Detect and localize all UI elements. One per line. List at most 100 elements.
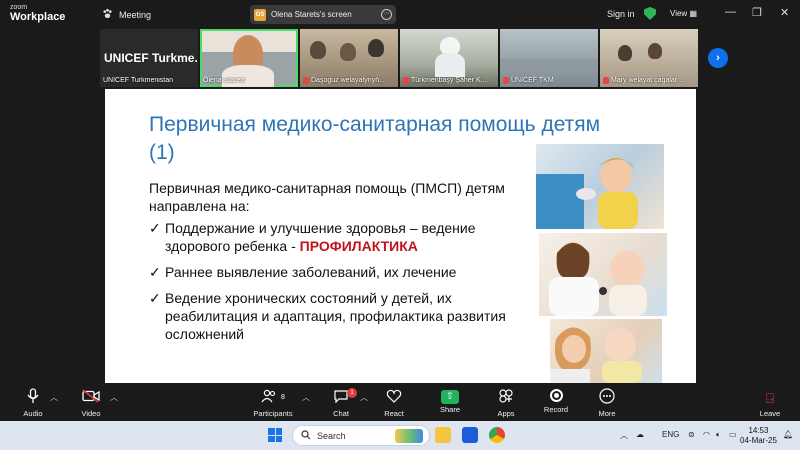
record-icon <box>549 389 563 402</box>
audio-label: Audio <box>23 409 43 418</box>
react-button[interactable]: React <box>369 385 419 418</box>
participant-tile-active-speaker[interactable]: Olena Starets <box>200 29 298 87</box>
mic-muted-icon <box>603 77 609 84</box>
notification-bell-icon[interactable]: 🔔︎ <box>783 430 793 439</box>
windows-start-icon[interactable] <box>268 428 282 442</box>
search-placeholder: Search <box>317 430 346 441</box>
file-explorer-icon[interactable] <box>435 427 451 443</box>
chrome-icon[interactable] <box>489 427 505 443</box>
view-label: View <box>670 9 688 18</box>
share-button[interactable]: ⇧ Share <box>425 385 475 414</box>
participant-tile[interactable]: Daşoguz welaýatynyň... <box>300 29 398 87</box>
more-label: More <box>598 409 616 418</box>
meeting-controls: Audio ︿ Video ︿ 8 Participants ︿ 1 Chat … <box>0 385 800 421</box>
leave-button[interactable]: ⍈ Leave <box>745 385 795 418</box>
shared-screen-slide: Первичная медико-санитарная помощь детям… <box>105 89 696 383</box>
meeting-info-button[interactable]: Meeting <box>102 8 151 21</box>
participant-tile[interactable]: Mary welaýat çagalar ... <box>600 29 698 87</box>
grid-icon: ▦ <box>689 9 697 18</box>
react-label: React <box>384 409 404 418</box>
video-button[interactable]: Video <box>66 385 116 418</box>
participant-name: UNICEF Turkmenistan <box>103 77 174 84</box>
participant-name: Türkmenbaşy Şäher K... <box>403 77 486 84</box>
search-highlight-image <box>395 429 423 443</box>
restore-icon[interactable]: ❐ <box>752 6 762 19</box>
sign-in-link[interactable]: Sign in <box>607 9 635 19</box>
video-off-icon <box>66 388 116 408</box>
apps-button[interactable]: Apps <box>481 385 531 418</box>
next-participants-button[interactable]: › <box>708 48 728 68</box>
chat-button[interactable]: 1 Chat <box>316 385 366 418</box>
taskbar-search-input[interactable]: Search <box>292 425 430 446</box>
slide-intro: Первичная медико-санитарная помощь (ПМСП… <box>149 180 505 214</box>
presenter-badge: OS <box>254 8 266 21</box>
participant-video <box>368 39 384 57</box>
leave-label: Leave <box>759 409 781 418</box>
bullet-text: Ведение хронических состояний у детей, и… <box>165 290 506 342</box>
zoom-app-icon[interactable] <box>462 427 478 443</box>
view-button[interactable]: View ▦ <box>670 9 697 18</box>
slide-photo-child-vaccination <box>536 144 664 229</box>
more-options-icon[interactable]: ··· <box>381 9 392 20</box>
participant-video <box>648 43 662 59</box>
slide-bullet: ✓ Ведение хронических состояний у детей,… <box>149 289 539 343</box>
logo-line2: Workplace <box>10 11 66 23</box>
minimize-icon[interactable]: — <box>725 6 736 18</box>
clock-date: 04-Mar-25 <box>740 436 777 445</box>
participant-video <box>340 43 356 61</box>
chat-unread-badge: 1 <box>347 388 357 398</box>
record-button[interactable]: Record <box>531 385 581 414</box>
record-label: Record <box>543 405 569 414</box>
participant-tile[interactable]: UNICEF TKM <box>500 29 598 87</box>
check-icon: ✓ <box>149 290 161 306</box>
more-button[interactable]: More <box>582 385 632 418</box>
chat-options-caret-icon[interactable]: ︿ <box>360 392 368 403</box>
close-icon[interactable]: ✕ <box>780 6 789 19</box>
network-icon[interactable]: ⊜ <box>688 430 695 439</box>
participant-strip: UNICEF Turkme... UNICEF Turkmenistan Ole… <box>100 29 704 87</box>
video-options-caret-icon[interactable]: ︿ <box>110 392 118 403</box>
video-label: Video <box>81 409 101 418</box>
wifi-icon[interactable]: ◠ <box>703 430 710 439</box>
participant-video <box>310 41 326 59</box>
participant-video <box>435 53 465 77</box>
taskbar-clock[interactable]: 14:53 04-Mar-25 <box>740 426 777 446</box>
participants-count: 8 <box>280 394 285 401</box>
heart-icon <box>369 388 419 408</box>
screen-share-indicator[interactable]: OS Olena Starets's screen ··· <box>250 5 396 24</box>
app-logo: zoom Workplace <box>10 4 65 23</box>
check-icon: ✓ <box>149 220 161 236</box>
tray-overflow-caret-icon[interactable]: ︿ <box>620 430 628 441</box>
windows-taskbar: Search ︿ ☁ ENG ⊜ ◠ 🔈︎ ▭ 14:53 04-Mar-25 … <box>0 421 800 450</box>
participant-tile[interactable]: UNICEF Turkme... UNICEF Turkmenistan <box>100 29 198 87</box>
share-label: Share <box>439 405 460 414</box>
chat-icon <box>316 388 366 408</box>
top-bar: zoom Workplace Meeting OS Olena Starets'… <box>0 0 800 28</box>
shield-icon[interactable] <box>644 7 656 20</box>
participant-name: Mary welaýat çagalar ... <box>603 77 685 84</box>
participant-name: UNICEF TKM <box>503 77 554 84</box>
meeting-label: Meeting <box>119 9 152 20</box>
language-indicator[interactable]: ENG <box>662 430 679 439</box>
slide-bullet-list: ✓ Поддержание и улучшение здоровья – вед… <box>149 219 539 351</box>
participant-video <box>500 59 598 69</box>
volume-icon[interactable]: 🔈︎ <box>716 430 721 440</box>
chat-label: Chat <box>333 409 349 418</box>
battery-icon[interactable]: ▭ <box>729 430 737 439</box>
participants-button[interactable]: 8 Participants <box>248 385 298 418</box>
participants-options-caret-icon[interactable]: ︿ <box>302 392 310 403</box>
participants-icon: 8 <box>248 388 298 408</box>
participant-tile[interactable]: Türkmenbaşy Şäher K... <box>400 29 498 87</box>
logo-line1: zoom <box>10 4 28 11</box>
participant-name: Daşoguz welaýatynyň... <box>303 77 385 84</box>
mic-muted-icon <box>403 77 409 84</box>
participant-big-name: UNICEF Turkme... <box>104 51 198 65</box>
slide-bullet: ✓ Раннее выявление заболеваний, их лечен… <box>149 263 539 281</box>
leave-door-icon: ⍈ <box>765 390 775 406</box>
cloud-icon[interactable]: ☁ <box>636 430 644 439</box>
chevron-right-icon: › <box>716 52 720 64</box>
audio-options-caret-icon[interactable]: ︿ <box>50 392 58 403</box>
clock-time: 14:53 <box>748 426 769 435</box>
mic-muted-icon <box>503 77 509 84</box>
participants-label: Participants <box>253 409 293 418</box>
